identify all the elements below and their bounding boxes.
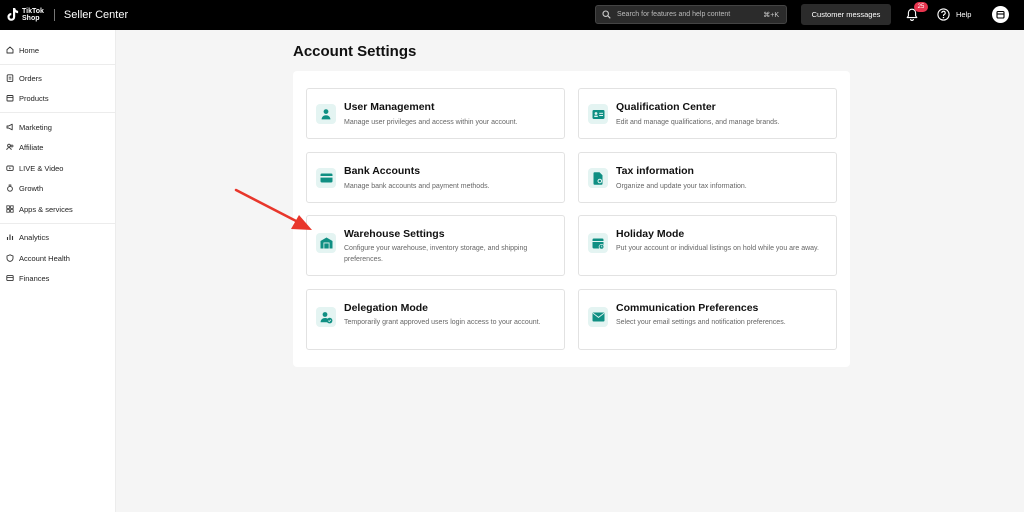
logo-divider: [53, 9, 55, 21]
growth-icon: [6, 184, 14, 192]
sidebar-item-products[interactable]: Products: [6, 92, 49, 104]
sidebar-item-growth[interactable]: Growth: [6, 182, 43, 194]
wallet-icon: [6, 274, 14, 282]
sidebar-item-orders[interactable]: Orders: [6, 72, 42, 84]
products-icon: [6, 94, 14, 102]
analytics-icon: [6, 233, 14, 241]
sidebar-item-finances[interactable]: Finances: [6, 272, 49, 284]
sidebar-item-label: Home: [19, 45, 40, 55]
holiday-mode-card[interactable]: Holiday Mode Put your account or individ…: [578, 215, 837, 276]
sidebar-divider: [0, 64, 116, 65]
sidebar-item-live-video[interactable]: LIVE & Video: [6, 162, 63, 174]
live-icon: [6, 164, 14, 172]
sidebar-item-label: Orders: [19, 73, 42, 83]
shop-icon: [996, 10, 1005, 19]
affiliate-icon: [6, 143, 14, 151]
sidebar-divider: [0, 112, 116, 113]
shield-icon: [6, 254, 14, 262]
envelope-icon: [588, 307, 608, 327]
tiktok-shop-logo[interactable]: TikTok Shop: [7, 8, 44, 22]
sidebar-item-marketing[interactable]: Marketing: [6, 121, 52, 133]
search-input[interactable]: Search for features and help content ⌘+K: [595, 5, 787, 24]
card-title: Delegation Mode: [344, 302, 429, 314]
card-description: Edit and manage qualifications, and mana…: [616, 119, 780, 126]
card-description: Select your email settings and notificat…: [616, 319, 786, 326]
customer-messages-button[interactable]: Customer messages: [801, 4, 891, 25]
communication-preferences-card[interactable]: Communication Preferences Select your em…: [578, 289, 837, 350]
delegation-mode-card[interactable]: Delegation Mode Temporarily grant approv…: [306, 289, 565, 350]
card-description: Manage bank accounts and payment methods…: [344, 183, 490, 190]
sidebar-item-label: Marketing: [19, 122, 52, 132]
megaphone-icon: [6, 123, 14, 131]
sidebar: Home Orders Products Marketing Affiliate…: [0, 30, 116, 512]
top-bar: TikTok Shop Seller Center Search for fea…: [0, 0, 1024, 30]
sidebar-item-apps-services[interactable]: Apps & services: [6, 203, 73, 215]
card-title: Holiday Mode: [616, 228, 685, 240]
sidebar-item-account-health[interactable]: Account Health: [6, 252, 70, 264]
notification-badge: 25: [914, 2, 928, 12]
card-title: Qualification Center: [616, 101, 716, 113]
card-title: Tax information: [616, 165, 694, 177]
id-card-icon: [588, 104, 608, 124]
card-description: Configure your warehouse, inventory stor…: [344, 245, 528, 263]
avatar[interactable]: [992, 6, 1009, 23]
tax-document-icon: [588, 168, 608, 188]
sidebar-item-label: LIVE & Video: [19, 163, 64, 173]
qualification-center-card[interactable]: Qualification Center Edit and manage qua…: [578, 88, 837, 139]
user-management-card[interactable]: User Management Manage user privileges a…: [306, 88, 565, 139]
card-title: User Management: [344, 101, 435, 113]
warehouse-icon: [316, 233, 336, 253]
sidebar-item-analytics[interactable]: Analytics: [6, 231, 49, 243]
search-shortcut: ⌘+K: [763, 11, 779, 19]
sidebar-item-label: Finances: [19, 273, 50, 283]
help-button[interactable]: Help: [937, 8, 971, 21]
sidebar-item-label: Analytics: [19, 232, 50, 242]
user-check-icon: [316, 307, 336, 327]
page-title: Account Settings: [293, 43, 417, 60]
logo-text: TikTok Shop: [22, 8, 44, 22]
card-title: Communication Preferences: [616, 302, 759, 314]
card-description: Organize and update your tax information…: [616, 183, 747, 190]
search-placeholder: Search for features and help content: [617, 11, 731, 18]
bank-accounts-card[interactable]: Bank Accounts Manage bank accounts and p…: [306, 152, 565, 203]
app-title: Seller Center: [63, 9, 129, 21]
home-icon: [6, 46, 14, 54]
search-icon: [602, 10, 611, 19]
card-description: Temporarily grant approved users login a…: [344, 319, 541, 326]
settings-panel: User Management Manage user privileges a…: [293, 71, 850, 367]
bank-card-icon: [316, 168, 336, 188]
sidebar-item-label: Apps & services: [19, 204, 73, 214]
calendar-clock-icon: [588, 233, 608, 253]
sidebar-item-label: Affiliate: [19, 142, 44, 152]
tiktok-logo-icon: [7, 8, 19, 22]
card-description: Manage user privileges and access within…: [344, 119, 518, 126]
card-description: Put your account or individual listings …: [616, 245, 819, 252]
orders-icon: [6, 74, 14, 82]
sidebar-item-label: Products: [19, 93, 49, 103]
apps-icon: [6, 205, 14, 213]
warehouse-settings-card[interactable]: Warehouse Settings Configure your wareho…: [306, 215, 565, 276]
user-icon: [316, 104, 336, 124]
tax-information-card[interactable]: Tax information Organize and update your…: [578, 152, 837, 203]
help-label: Help: [956, 10, 972, 19]
sidebar-item-affiliate[interactable]: Affiliate: [6, 141, 43, 153]
sidebar-item-home[interactable]: Home: [6, 44, 39, 56]
sidebar-item-label: Account Health: [19, 253, 70, 263]
card-title: Bank Accounts: [344, 165, 421, 177]
sidebar-divider: [0, 223, 116, 224]
help-icon: [937, 8, 950, 21]
sidebar-item-label: Growth: [19, 183, 44, 193]
card-title: Warehouse Settings: [344, 228, 445, 240]
